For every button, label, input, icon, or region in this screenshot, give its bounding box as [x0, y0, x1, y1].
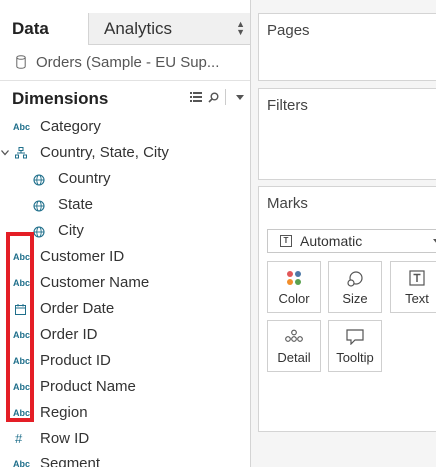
field-name: State — [58, 196, 94, 213]
size-icon — [347, 271, 363, 287]
field-name: City — [58, 222, 84, 239]
hierarchy-icon — [15, 147, 27, 159]
datasource-item[interactable]: Orders (Sample - EU Sup... — [0, 45, 250, 81]
field-name: Country, State, City — [40, 144, 169, 161]
field-name: Order Date — [40, 300, 115, 317]
text-button[interactable]: Text — [390, 261, 436, 313]
globe-icon — [33, 200, 45, 212]
field-row-id[interactable]: # Row ID — [0, 427, 250, 453]
tab-analytics-label: Analytics — [104, 19, 173, 38]
field-state[interactable]: State — [0, 193, 250, 219]
detail-icon — [285, 329, 303, 342]
field-product-name[interactable]: Abc Product Name — [0, 375, 250, 401]
text-label: Text — [405, 291, 429, 306]
tooltip-label: Tooltip — [336, 350, 374, 365]
number-type-icon: # — [15, 431, 23, 446]
globe-icon — [33, 174, 45, 186]
pages-title: Pages — [267, 22, 310, 39]
string-type-icon: Abc — [13, 459, 31, 467]
text-mark-icon: T — [280, 235, 292, 247]
color-button[interactable]: Color — [267, 261, 321, 313]
field-customer-id[interactable]: Abc Customer ID — [0, 245, 250, 271]
color-label: Color — [278, 291, 310, 306]
datasource-name: Orders (Sample - EU Sup... — [36, 54, 220, 71]
search-icon[interactable] — [208, 92, 219, 103]
field-category[interactable]: Abc Category — [0, 115, 250, 141]
field-name: Segment — [40, 455, 101, 467]
globe-icon — [33, 226, 45, 238]
dropdown-arrow-icon[interactable] — [236, 95, 244, 100]
detail-label: Detail — [277, 350, 311, 365]
dimensions-header: Dimensions — [0, 85, 250, 113]
field-region[interactable]: Abc Region — [0, 401, 250, 427]
size-button[interactable]: Size — [328, 261, 382, 313]
mark-type-dropdown[interactable]: T Automatic — [267, 229, 436, 253]
size-label: Size — [342, 291, 368, 306]
detail-button[interactable]: Detail — [267, 320, 321, 372]
field-customer-name[interactable]: Abc Customer Name — [0, 271, 250, 297]
database-icon — [16, 55, 26, 69]
marks-title: Marks — [267, 195, 308, 212]
filters-shelf[interactable]: Filters — [258, 88, 436, 180]
tab-data-label: Data — [12, 19, 49, 38]
dimensions-title: Dimensions — [12, 89, 109, 108]
mark-type-value: Automatic — [300, 233, 363, 249]
tab-data[interactable]: Data — [0, 13, 88, 45]
color-icon — [287, 271, 301, 285]
field-name: Product ID — [40, 352, 111, 369]
field-city[interactable]: City — [0, 219, 250, 245]
field-country[interactable]: Country — [0, 167, 250, 193]
field-name: Order ID — [40, 326, 98, 343]
string-type-icon: Abc — [13, 122, 31, 132]
field-order-date[interactable]: Order Date — [0, 297, 250, 323]
field-segment[interactable]: Abc Segment — [0, 452, 250, 467]
field-name: Country — [58, 170, 111, 187]
field-name: Region — [40, 404, 88, 421]
field-name: Category — [40, 118, 101, 135]
field-name: Row ID — [40, 430, 90, 447]
field-order-id[interactable]: Abc Order ID — [0, 323, 250, 349]
field-name: Product Name — [40, 378, 136, 395]
pane-tabs: Data Analytics ▲ ▼ — [0, 13, 250, 45]
data-pane: Data Analytics ▲ ▼ Orders (Sample - EU Su… — [0, 0, 251, 467]
tab-analytics[interactable]: Analytics ▲ ▼ — [88, 13, 250, 45]
highlight-box — [6, 232, 34, 422]
filters-title: Filters — [267, 97, 308, 114]
updown-caret-icon[interactable]: ▲ ▼ — [236, 20, 245, 37]
field-name: Customer Name — [40, 274, 150, 291]
field-product-id[interactable]: Abc Product ID — [0, 349, 250, 375]
separator — [225, 89, 226, 105]
tooltip-icon — [346, 329, 364, 345]
pages-shelf[interactable]: Pages — [258, 13, 436, 81]
field-name: Customer ID — [40, 248, 125, 265]
tooltip-button[interactable]: Tooltip — [328, 320, 382, 372]
chevron-down-icon[interactable] — [1, 150, 9, 156]
text-icon — [409, 270, 425, 286]
field-hierarchy[interactable]: Country, State, City — [0, 141, 250, 167]
list-view-icon[interactable] — [190, 92, 202, 102]
marks-card: Marks T Automatic Color Size Text Detail… — [258, 186, 436, 432]
